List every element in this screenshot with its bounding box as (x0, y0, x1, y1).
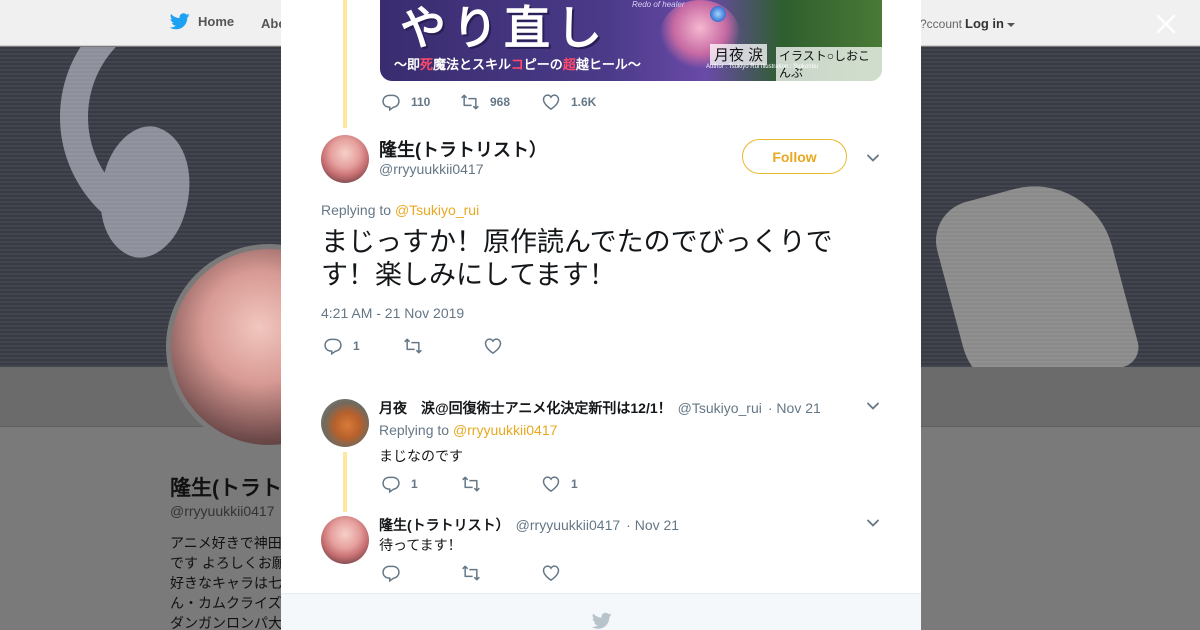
reply-date[interactable]: · Nov 21 (768, 400, 821, 416)
chevron-down-icon (867, 519, 879, 527)
tweet-text: まじっすか！原作読んでたのでびっくりです！楽しみにしてます！ (321, 227, 833, 290)
like-button[interactable]: 1.6K (541, 92, 596, 112)
retweet-icon (462, 476, 480, 492)
reply-button[interactable]: 110 (381, 92, 460, 112)
retweet-button[interactable]: 968 (460, 92, 541, 112)
like-button[interactable]: 1 (541, 474, 578, 494)
close-modal-button[interactable] (1154, 12, 1178, 36)
reply-button[interactable]: 1 (381, 474, 461, 494)
reply-icon (324, 338, 342, 356)
reply-author-name[interactable]: 隆生(トラトリスト） (379, 515, 510, 535)
cover-subtitle: 〜即死魔法とスキルコピーの超越ヒール〜 (394, 57, 641, 72)
cover-title: やり直し (400, 1, 608, 55)
replying-to-mention[interactable]: @Tsukiyo_rui (395, 202, 479, 218)
reply-author-handle[interactable]: @Tsukiyo_rui (678, 400, 762, 416)
reply-options-menu[interactable] (865, 515, 881, 531)
profile-name: 隆生(トラト (170, 477, 282, 500)
reply-button[interactable] (381, 563, 461, 583)
retweet-button[interactable] (461, 563, 541, 583)
reply-author-avatar[interactable] (321, 516, 369, 564)
retweet-button[interactable] (461, 474, 541, 494)
tweet-thread-modal: やり直し Redo of healer 〜即死魔法とスキルコピーの超越ヒール〜 … (281, 0, 921, 630)
follow-button[interactable]: Follow (742, 139, 847, 174)
reply-button[interactable]: 1 (323, 336, 403, 356)
close-icon (1156, 14, 1176, 34)
heart-icon (542, 565, 560, 581)
replying-to-mention[interactable]: @rryyuukkii0417 (453, 422, 557, 438)
reply-author-handle[interactable]: @rryyuukkii0417 (516, 517, 620, 533)
twitter-bird-icon (170, 13, 190, 30)
nav-home-label: Home (198, 14, 235, 29)
tweet-timestamp[interactable]: 4:21 AM - 21 Nov 2019 (321, 305, 464, 321)
replying-to-line: Replying to @rryyuukkii0417 (379, 422, 558, 438)
twitter-bird-icon (592, 612, 612, 629)
reply-actions (381, 563, 571, 583)
reply-actions: 1 1 (381, 474, 578, 494)
tweet-author-avatar[interactable] (321, 135, 369, 183)
reply-options-menu[interactable] (865, 398, 881, 414)
like-button[interactable] (483, 336, 513, 356)
prev-tweet-actions: 110 968 1.6K (381, 92, 596, 112)
reply-icon (382, 565, 400, 583)
reply-text: 待ってます！ (379, 537, 462, 553)
reply-header: 月夜 涙@回復術士アニメ化決定新刊は12/1！ @Tsukiyo_rui · N… (379, 398, 821, 418)
tweet-options-menu[interactable] (865, 150, 881, 166)
like-button[interactable] (541, 563, 571, 583)
reply-date[interactable]: · Nov 21 (626, 517, 679, 533)
main-tweet-actions: 1 (323, 336, 513, 356)
tweet-author-name[interactable]: 隆生(トラトリスト） (379, 136, 547, 162)
login-dropdown[interactable]: Log in (965, 16, 1015, 31)
tweet-author-handle[interactable]: @rryyuukkii0417 (379, 161, 483, 177)
profile-handle[interactable]: @rryyuukkii0417 (170, 503, 274, 519)
replying-to-line: Replying to @Tsukiyo_rui (321, 202, 480, 218)
tweet-media-book-cover[interactable]: やり直し Redo of healer 〜即死魔法とスキルコピーの超越ヒール〜 … (380, 0, 882, 81)
nav-home-link[interactable]: Home (170, 13, 234, 30)
heart-icon (542, 476, 560, 492)
retweet-button[interactable] (403, 336, 483, 356)
thread-connector-line (343, 452, 347, 512)
retweet-icon (462, 565, 480, 581)
retweet-icon (404, 338, 422, 354)
cover-author: 月夜 涙 (710, 44, 768, 65)
reply-header: 隆生(トラトリスト） @rryyuukkii0417 · Nov 21 (379, 515, 679, 535)
reply-author-avatar[interactable] (321, 399, 369, 447)
retweet-icon (461, 94, 479, 110)
reply-author-name[interactable]: 月夜 涙@回復術士アニメ化決定新刊は12/1！ (379, 398, 672, 418)
thread-connector-line (343, 0, 347, 128)
chevron-down-icon (867, 154, 879, 162)
heart-icon (542, 94, 560, 110)
reply-icon (382, 94, 400, 112)
reply-icon (382, 476, 400, 494)
chevron-down-icon (867, 402, 879, 410)
cover-latin-title: Redo of healer (632, 0, 685, 9)
heart-icon (484, 338, 502, 354)
profile-bio: アニメ好きで神田 です よろしくお願 好きなキャラは七 ん・カムクライズ ダンガ… (170, 535, 282, 630)
reply-text: まじなのです (379, 448, 463, 464)
cover-author-latin: Author : Tsukiyo Rui Illustration : Siok… (706, 64, 819, 70)
